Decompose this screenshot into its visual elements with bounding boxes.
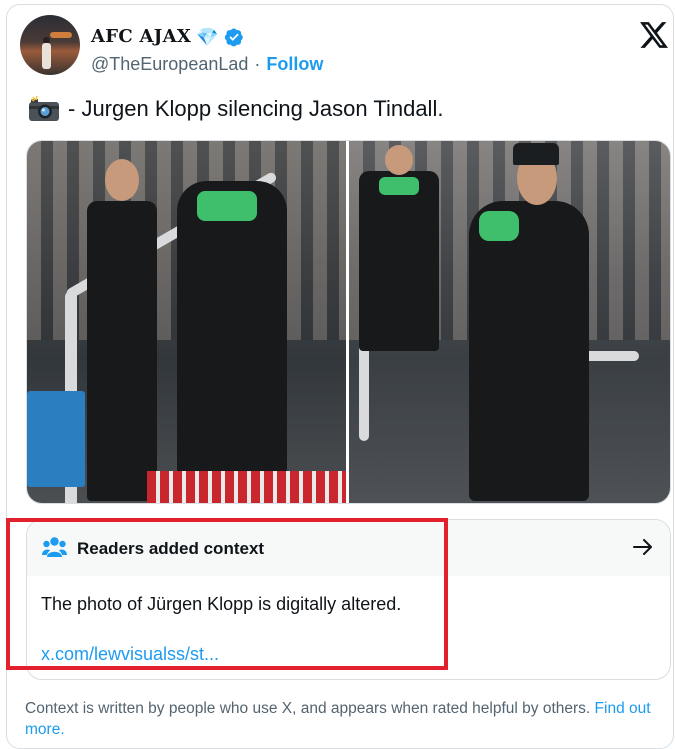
- diamond-emoji: 💎: [196, 26, 219, 47]
- avatar[interactable]: [20, 15, 80, 75]
- context-footnote: Context is written by people who use X, …: [25, 698, 665, 740]
- arrow-right-icon[interactable]: [633, 538, 653, 556]
- follow-button[interactable]: Follow: [266, 54, 323, 75]
- display-name[interactable]: AFC AJAX: [91, 26, 191, 47]
- photo-right[interactable]: [349, 141, 670, 503]
- camera-icon: [29, 96, 59, 121]
- author-handle[interactable]: @TheEuropeanLad: [91, 54, 248, 75]
- handle-row: @TheEuropeanLad · Follow: [91, 54, 323, 75]
- verified-badge-icon: [224, 27, 243, 46]
- author-name-row[interactable]: AFC AJAX 💎: [91, 26, 244, 47]
- tweet-body: - Jurgen Klopp silencing Jason Tindall.: [68, 96, 444, 121]
- photo-left[interactable]: [27, 141, 346, 503]
- tweet-media[interactable]: [26, 140, 671, 504]
- tweet-text: - Jurgen Klopp silencing Jason Tindall.: [28, 96, 443, 122]
- footnote-text: Context is written by people who use X, …: [25, 700, 591, 717]
- highlight-box: [6, 518, 448, 670]
- separator-dot: ·: [254, 54, 261, 74]
- x-logo-icon[interactable]: [640, 22, 668, 48]
